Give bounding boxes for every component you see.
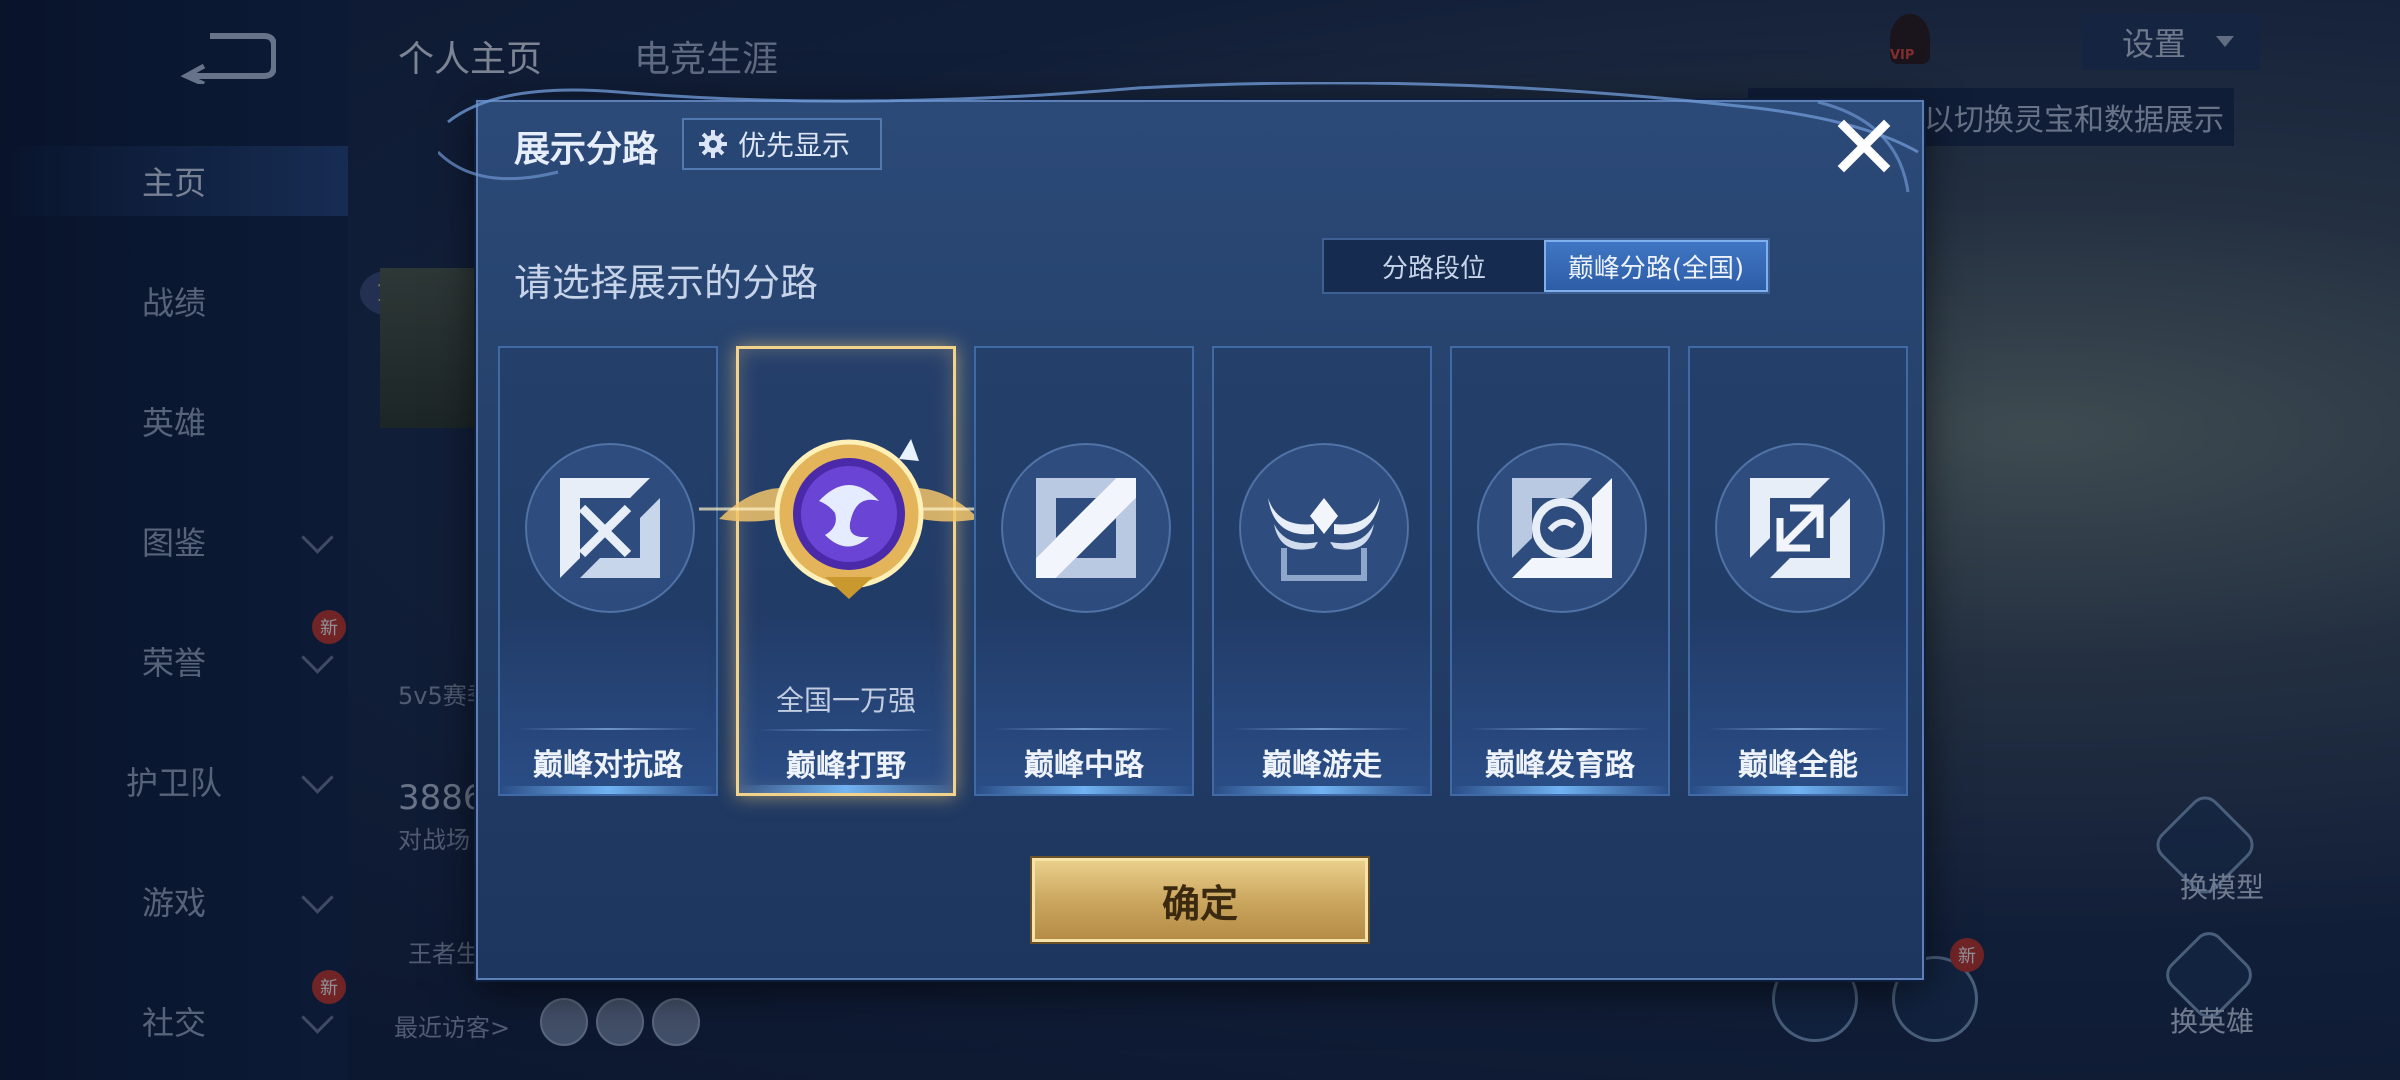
card-label: 巅峰全能 (1738, 748, 1858, 783)
dialog-title: 展示分路 (514, 129, 659, 170)
card-label: 巅峰打野 (786, 749, 906, 784)
lane-card-allround[interactable]: 巅峰全能 (1688, 346, 1908, 796)
card-label: 巅峰对抗路 (533, 748, 683, 783)
priority-label: 优先显示 (738, 129, 851, 162)
rank-subtitle: 全国一万强 (775, 684, 916, 717)
gear-icon (699, 130, 727, 158)
confirm-button[interactable]: 确定 (1032, 858, 1368, 942)
lane-card-jungle[interactable]: 全国一万强 巅峰打野 (699, 346, 999, 796)
select-prompt: 请选择展示的分路 (514, 261, 819, 305)
tab-peak-lane[interactable]: 巅峰分路(全国) (1544, 240, 1768, 292)
card-divider (757, 729, 935, 731)
dragon-medal-icon (699, 439, 999, 599)
target-icon (1477, 443, 1647, 613)
sword-shield-icon (525, 443, 695, 613)
priority-display-button[interactable]: 优先显示 (682, 118, 882, 170)
card-label: 巅峰游走 (1262, 748, 1382, 783)
lane-display-dialog: 展示分路 优先显示 请选择展示的分路 分路段位 巅峰分路(全国) 巅峰对抗路 全… (438, 82, 1924, 980)
decorative-swirl (438, 82, 1919, 193)
tab-lane-rank[interactable]: 分路段位 (1324, 240, 1544, 292)
card-divider (994, 728, 1174, 730)
wings-icon (1239, 443, 1409, 613)
card-label: 巅峰发育路 (1485, 748, 1635, 783)
lane-card-bot[interactable]: 巅峰发育路 (1450, 346, 1670, 796)
card-divider (1470, 728, 1650, 730)
close-icon[interactable] (1834, 116, 1894, 176)
card-divider (518, 728, 698, 730)
slash-icon (1001, 443, 1171, 613)
lane-card-roam[interactable]: 巅峰游走 (1212, 346, 1432, 796)
card-divider (1708, 728, 1888, 730)
card-divider (1232, 728, 1412, 730)
card-label: 巅峰中路 (1024, 748, 1144, 783)
lane-card-mid[interactable]: 巅峰中路 (974, 346, 1194, 796)
lane-tabs: 分路段位 巅峰分路(全国) (1322, 238, 1770, 294)
all-round-icon (1715, 443, 1885, 613)
